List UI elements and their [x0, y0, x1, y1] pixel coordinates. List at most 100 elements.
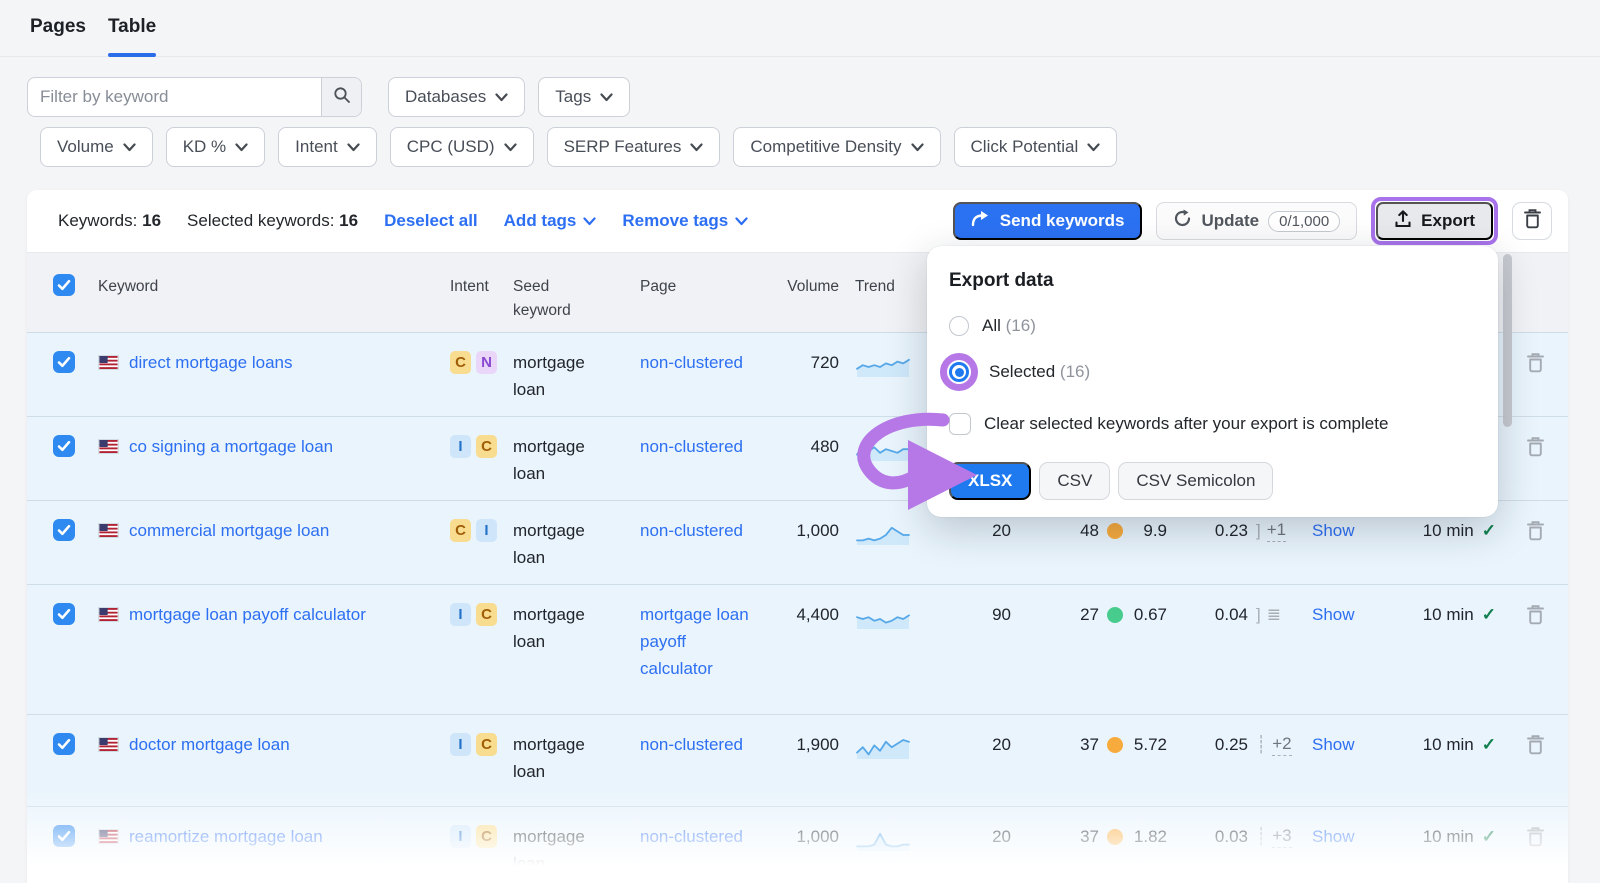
send-keywords-button[interactable]: Send keywords	[953, 202, 1143, 240]
select-all-checkbox[interactable]	[53, 274, 75, 296]
row-trash-icon[interactable]	[1526, 734, 1545, 806]
filter-dropdown-intent[interactable]: Intent	[278, 127, 377, 167]
export-clear-option[interactable]: Clear selected keywords after your expor…	[949, 412, 1498, 436]
page-link[interactable]: non-clustered	[640, 437, 743, 456]
export-button[interactable]: Export	[1376, 202, 1493, 240]
show-link[interactable]: Show	[1312, 521, 1355, 540]
row-trash-icon[interactable]	[1526, 436, 1545, 500]
keyword-filter-input[interactable]	[28, 78, 321, 116]
intent-badge-c: C	[450, 351, 471, 374]
row-checkbox[interactable]	[53, 519, 75, 541]
cpc-value: 0.04	[1215, 605, 1248, 624]
show-link[interactable]: Show	[1312, 735, 1355, 754]
export-option-selected[interactable]: Selected (16)	[949, 360, 1498, 384]
kd-dot-yellow	[1107, 829, 1123, 845]
filter-label: Competitive Density	[750, 137, 901, 157]
export-popup: Export data All (16) Selected (16) Clear…	[927, 246, 1498, 517]
export-upload-icon	[1394, 210, 1412, 233]
row-checkbox[interactable]	[53, 351, 75, 373]
updated-value: 10 min	[1423, 823, 1474, 883]
filter-dropdown-click-potential[interactable]: Click Potential	[954, 127, 1118, 167]
volume-value: 1,900	[796, 735, 839, 754]
header-volume[interactable]: Volume	[787, 278, 839, 295]
show-link[interactable]: Show	[1312, 605, 1355, 624]
export-format-csv-semicolon[interactable]: CSV Semicolon	[1118, 462, 1273, 500]
filter-dropdown-tags[interactable]: Tags	[538, 77, 630, 117]
radio-selected[interactable]	[949, 362, 969, 382]
row-trash-icon[interactable]	[1526, 826, 1545, 883]
serp-dots-icon: ┊	[1256, 731, 1266, 758]
update-button[interactable]: Update 0/1,000	[1156, 202, 1357, 240]
filter-dropdown-cpc-usd-[interactable]: CPC (USD)	[390, 127, 534, 167]
page-link[interactable]: non-clustered	[640, 735, 743, 754]
metric-value: 0.67	[1134, 605, 1167, 624]
filter-label: Databases	[405, 87, 486, 107]
filter-label: SERP Features	[564, 137, 682, 157]
tab-table[interactable]: Table	[108, 16, 156, 56]
radio-all[interactable]	[949, 316, 969, 336]
trend-sparkline	[855, 605, 911, 631]
keyword-link[interactable]: doctor mortgage loan	[129, 731, 290, 758]
annotation-halo	[940, 353, 978, 391]
filter-dropdown-databases[interactable]: Databases	[388, 77, 525, 117]
page-link[interactable]: mortgage loan payoff calculator	[640, 605, 749, 678]
show-link[interactable]: Show	[1312, 827, 1355, 846]
serp-more-link[interactable]: +3	[1272, 825, 1291, 848]
header-seed-keyword[interactable]: Seed keyword	[513, 278, 571, 319]
add-tags-dropdown[interactable]: Add tags	[504, 211, 597, 231]
export-option-all[interactable]: All (16)	[949, 314, 1498, 338]
row-checkbox[interactable]	[53, 435, 75, 457]
tab-pages[interactable]: Pages	[30, 16, 86, 56]
clear-keywords-checkbox[interactable]	[949, 413, 971, 435]
filter-dropdown-kd-[interactable]: KD %	[166, 127, 265, 167]
filter-dropdown-serp-features[interactable]: SERP Features	[547, 127, 721, 167]
keyword-link[interactable]: direct mortgage loans	[129, 349, 292, 376]
intent-badges: IC	[447, 585, 513, 714]
page-link[interactable]: non-clustered	[640, 353, 743, 372]
filter-dropdown-competitive-density[interactable]: Competitive Density	[733, 127, 940, 167]
seed-keyword: mortgage loan	[513, 521, 585, 567]
page-link[interactable]: non-clustered	[640, 827, 743, 846]
keyword-link[interactable]: commercial mortgage loan	[129, 517, 329, 544]
row-trash-icon[interactable]	[1526, 604, 1545, 714]
chevron-down-icon	[600, 87, 613, 107]
delete-keywords-button[interactable]	[1512, 202, 1552, 240]
export-format-csv[interactable]: CSV	[1039, 462, 1110, 500]
filter-label: Intent	[295, 137, 338, 157]
serp-more-link[interactable]: +1	[1267, 519, 1286, 542]
keyword-link[interactable]: reamortize mortgage loan	[129, 823, 323, 850]
vertical-scrollbar[interactable]	[1503, 254, 1512, 427]
export-popup-title: Export data	[949, 270, 1498, 292]
selected-keywords-count: Selected keywords: 16	[187, 211, 358, 231]
us-flag-icon	[98, 607, 119, 622]
row-checkbox[interactable]	[53, 603, 75, 625]
keyword-link[interactable]: co signing a mortgage loan	[129, 433, 333, 460]
row-checkbox[interactable]	[53, 825, 75, 847]
toolbar-actions: Send keywords Update 0/1,000 Export	[953, 197, 1552, 245]
updated-value: 10 min	[1423, 731, 1474, 806]
remove-tags-dropdown[interactable]: Remove tags	[622, 211, 748, 231]
metric-value: 5.72	[1134, 735, 1167, 754]
serp-features: ┊ +2	[1248, 715, 1312, 806]
export-format-xlsx[interactable]: XLSX	[949, 462, 1031, 500]
intent-badge-c: C	[450, 519, 471, 542]
serp-more-link[interactable]: +2	[1272, 733, 1291, 756]
row-trash-icon[interactable]	[1526, 520, 1545, 584]
page-link[interactable]: non-clustered	[640, 521, 743, 540]
export-highlight-box: Export	[1371, 197, 1498, 245]
row-trash-icon[interactable]	[1526, 352, 1545, 416]
keyword-link[interactable]: mortgage loan payoff calculator	[129, 601, 366, 628]
header-page[interactable]: Page	[640, 278, 676, 295]
filters-panel: Databases Tags Volume KD % Intent CPC (USD) S…	[0, 57, 1600, 167]
intent-badges: IC	[447, 807, 513, 883]
header-keyword[interactable]: Keyword	[98, 275, 158, 299]
radio-all-label: All (16)	[982, 316, 1036, 336]
filter-dropdown-volume[interactable]: Volume	[40, 127, 153, 167]
row-checkbox[interactable]	[53, 733, 75, 755]
header-trend[interactable]: Trend	[855, 278, 895, 295]
search-button[interactable]	[321, 78, 361, 116]
header-intent[interactable]: Intent	[450, 275, 489, 332]
trend-sparkline	[855, 353, 911, 379]
deselect-all-link[interactable]: Deselect all	[384, 211, 478, 231]
intent-badge-i: I	[476, 519, 497, 542]
